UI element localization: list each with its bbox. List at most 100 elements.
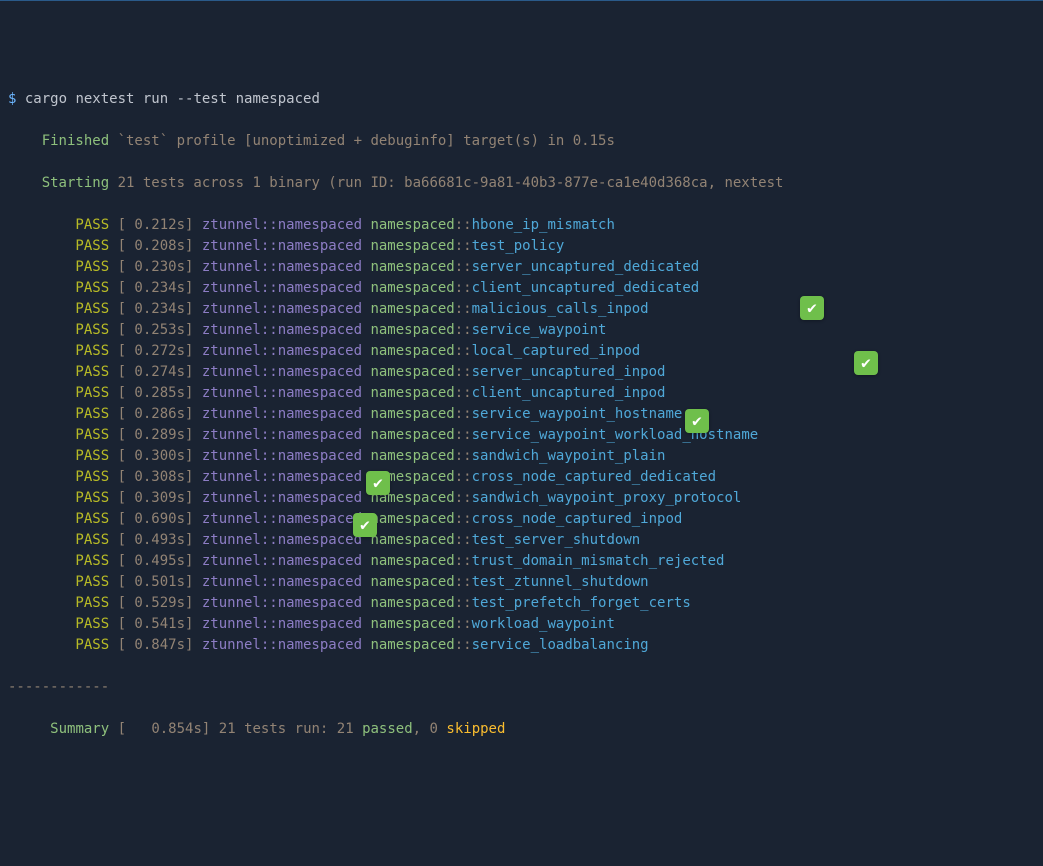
module-name: namespaced <box>370 490 454 506</box>
divider-line: ------------ <box>8 677 1035 698</box>
pass-label: PASS <box>75 595 109 611</box>
time-bracket: [ 0.541s] <box>109 616 202 632</box>
binary-path: ztunnel::namespaced <box>202 280 362 296</box>
pass-label: PASS <box>75 427 109 443</box>
pass-label: PASS <box>75 532 109 548</box>
test-result-row: PASS [ 0.495s] ztunnel::namespaced names… <box>8 551 1035 572</box>
module-name: namespaced <box>370 511 454 527</box>
summary-label: Summary <box>50 721 109 737</box>
time-bracket: [ 0.230s] <box>109 259 202 275</box>
binary-path: ztunnel::namespaced <box>202 553 362 569</box>
starting-text: 21 tests across 1 binary (run ID: ba6668… <box>118 175 784 191</box>
test-result-row: PASS [ 0.300s] ztunnel::namespaced names… <box>8 446 1035 467</box>
test-name: cross_node_captured_dedicated <box>472 469 716 485</box>
test-name: sandwich_waypoint_proxy_protocol <box>472 490 742 506</box>
command-line: $ cargo nextest run --test namespaced <box>8 89 1035 110</box>
test-name: client_uncaptured_inpod <box>472 385 666 401</box>
separator: :: <box>455 595 472 611</box>
binary-path: ztunnel::namespaced <box>202 427 362 443</box>
test-name: hbone_ip_mismatch <box>472 217 615 233</box>
time-bracket: [ 0.208s] <box>109 238 202 254</box>
pass-label: PASS <box>75 238 109 254</box>
separator: :: <box>455 385 472 401</box>
time-bracket: [ 0.529s] <box>109 595 202 611</box>
summary-line: Summary [ 0.854s] 21 tests run: 21 passe… <box>8 719 1035 740</box>
binary-path: ztunnel::namespaced <box>202 574 362 590</box>
test-name: workload_waypoint <box>472 616 615 632</box>
pass-label: PASS <box>75 385 109 401</box>
time-bracket: [ 0.847s] <box>109 637 202 653</box>
test-result-row: PASS [ 0.285s] ztunnel::namespaced names… <box>8 383 1035 404</box>
separator: :: <box>455 322 472 338</box>
module-name: namespaced <box>370 595 454 611</box>
test-name: sandwich_waypoint_plain <box>472 448 666 464</box>
terminal-output: $ cargo nextest run --test namespaced Fi… <box>8 68 1035 782</box>
test-result-row: PASS [ 0.234s] ztunnel::namespaced names… <box>8 299 1035 320</box>
starting-line: Starting 21 tests across 1 binary (run I… <box>8 173 1035 194</box>
summary-skipped: skipped <box>446 721 505 737</box>
time-bracket: [ 0.234s] <box>109 280 202 296</box>
module-name: namespaced <box>370 616 454 632</box>
time-bracket: [ 0.286s] <box>109 406 202 422</box>
module-name: namespaced <box>370 469 454 485</box>
separator: :: <box>455 364 472 380</box>
module-name: namespaced <box>370 574 454 590</box>
binary-path: ztunnel::namespaced <box>202 532 362 548</box>
module-name: namespaced <box>370 427 454 443</box>
time-bracket: [ 0.493s] <box>109 532 202 548</box>
prompt-symbol: $ <box>8 91 16 107</box>
pass-label: PASS <box>75 448 109 464</box>
command-text: cargo nextest run --test namespaced <box>25 91 320 107</box>
test-name: service_waypoint_hostname <box>472 406 683 422</box>
pass-label: PASS <box>75 511 109 527</box>
pass-label: PASS <box>75 616 109 632</box>
binary-path: ztunnel::namespaced <box>202 616 362 632</box>
test-name: service_waypoint <box>472 322 607 338</box>
time-bracket: [ 0.309s] <box>109 490 202 506</box>
separator: :: <box>455 217 472 233</box>
binary-path: ztunnel::namespaced <box>202 385 362 401</box>
separator: :: <box>455 343 472 359</box>
time-bracket: [ 0.253s] <box>109 322 202 338</box>
pass-label: PASS <box>75 280 109 296</box>
test-result-row: PASS [ 0.253s] ztunnel::namespaced names… <box>8 320 1035 341</box>
pass-label: PASS <box>75 343 109 359</box>
separator: :: <box>455 238 472 254</box>
pass-label: PASS <box>75 406 109 422</box>
module-name: namespaced <box>370 532 454 548</box>
binary-path: ztunnel::namespaced <box>202 637 362 653</box>
separator: :: <box>455 490 472 506</box>
test-result-row: PASS [ 0.230s] ztunnel::namespaced names… <box>8 257 1035 278</box>
binary-path: ztunnel::namespaced <box>202 490 362 506</box>
test-result-row: PASS [ 0.212s] ztunnel::namespaced names… <box>8 215 1035 236</box>
pass-label: PASS <box>75 259 109 275</box>
module-name: namespaced <box>370 238 454 254</box>
pass-label: PASS <box>75 553 109 569</box>
module-name: namespaced <box>370 385 454 401</box>
module-name: namespaced <box>370 259 454 275</box>
separator: :: <box>455 511 472 527</box>
separator: :: <box>455 616 472 632</box>
time-bracket: [ 0.272s] <box>109 343 202 359</box>
test-results-list: PASS [ 0.212s] ztunnel::namespaced names… <box>8 215 1035 656</box>
separator: :: <box>455 448 472 464</box>
test-result-row: PASS [ 0.309s] ztunnel::namespaced names… <box>8 488 1035 509</box>
time-bracket: [ 0.495s] <box>109 553 202 569</box>
time-bracket: [ 0.300s] <box>109 448 202 464</box>
separator: :: <box>455 532 472 548</box>
time-bracket: [ 0.690s] <box>109 511 202 527</box>
test-name: test_ztunnel_shutdown <box>472 574 649 590</box>
summary-time: 0.854s <box>151 721 202 737</box>
test-result-row: PASS [ 0.208s] ztunnel::namespaced names… <box>8 236 1035 257</box>
time-bracket: [ 0.234s] <box>109 301 202 317</box>
module-name: namespaced <box>370 322 454 338</box>
pass-label: PASS <box>75 217 109 233</box>
module-name: namespaced <box>370 364 454 380</box>
module-name: namespaced <box>370 637 454 653</box>
test-name: server_uncaptured_dedicated <box>472 259 700 275</box>
separator: :: <box>455 637 472 653</box>
module-name: namespaced <box>370 553 454 569</box>
binary-path: ztunnel::namespaced <box>202 259 362 275</box>
time-bracket: [ 0.501s] <box>109 574 202 590</box>
binary-path: ztunnel::namespaced <box>202 322 362 338</box>
